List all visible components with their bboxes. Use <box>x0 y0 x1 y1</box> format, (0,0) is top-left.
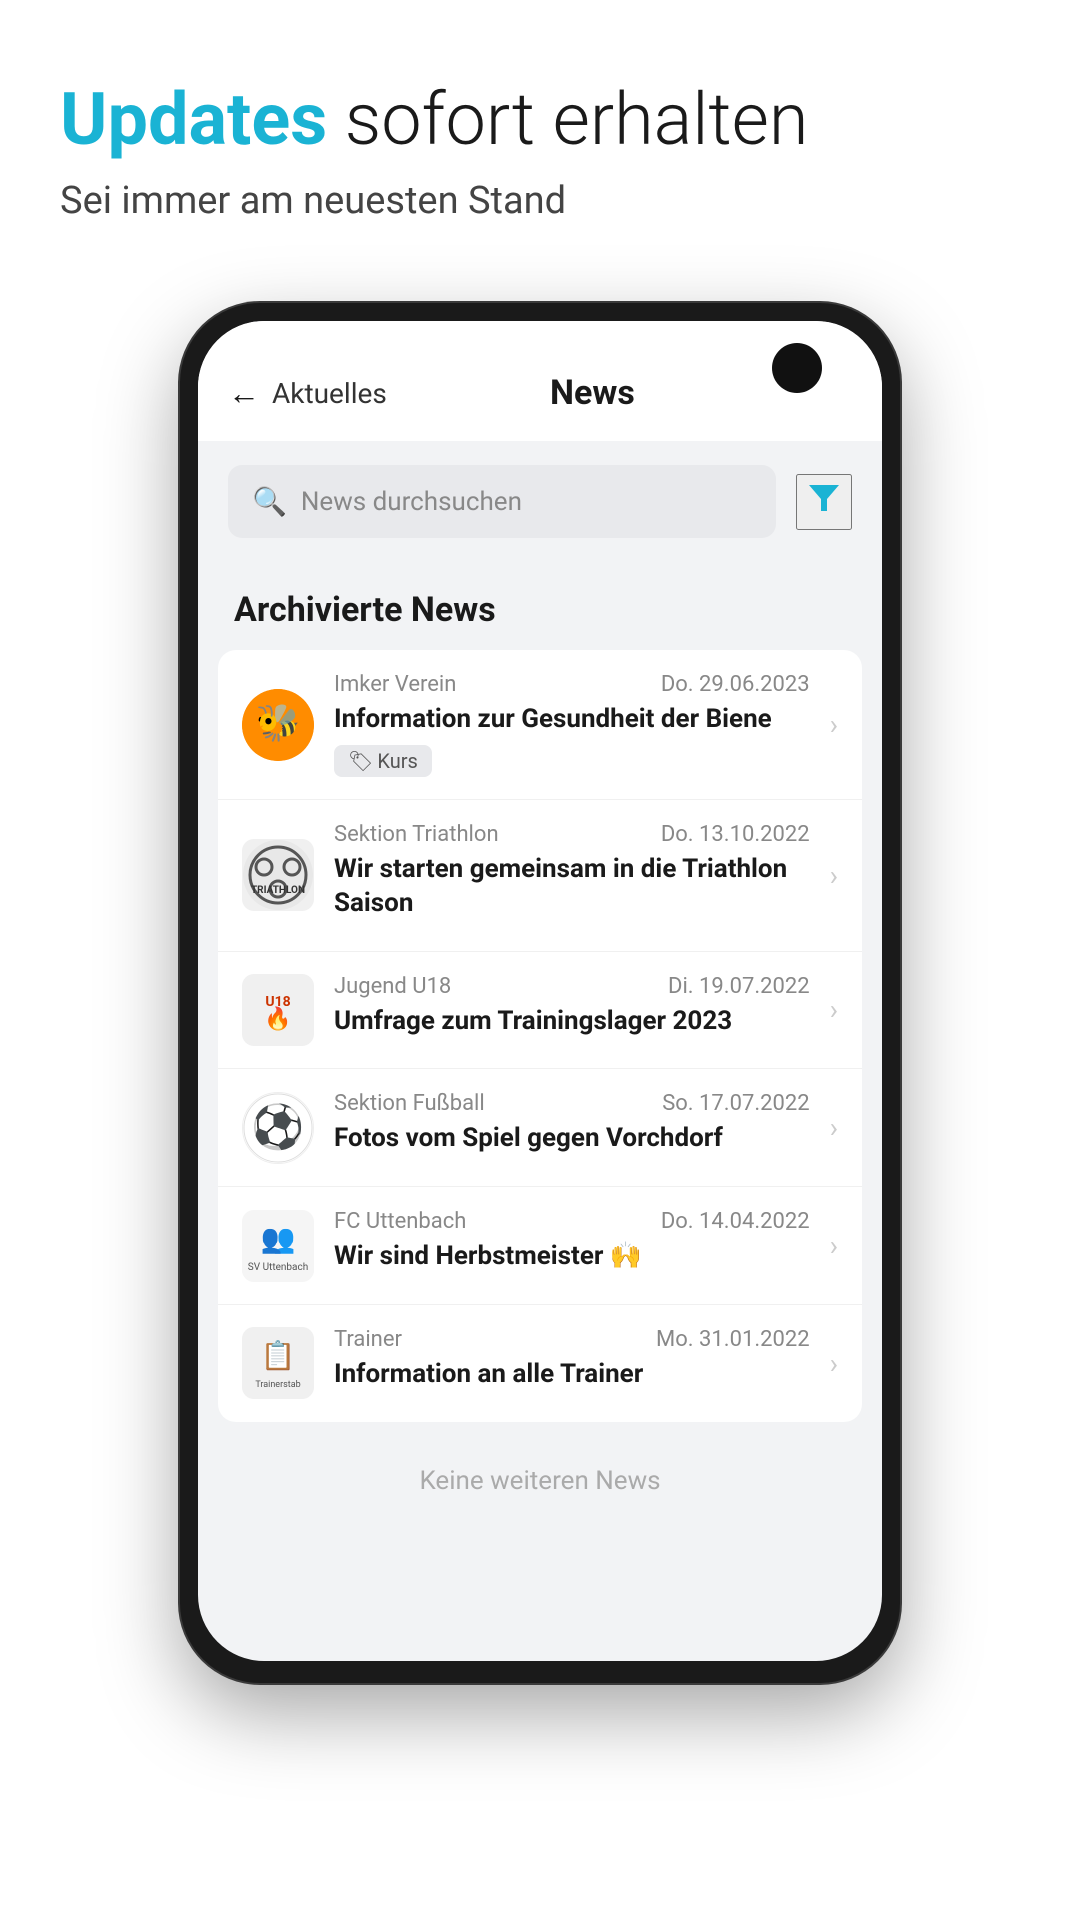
news-content-2: Jugend U18 Di. 19.07.2022 Umfrage zum Tr… <box>334 974 810 1047</box>
news-date-1: Do. 13.10.2022 <box>661 822 810 847</box>
search-bar[interactable]: 🔍 News durchsuchen <box>228 465 776 538</box>
section-heading: Archivierte News <box>198 554 882 650</box>
camera-cutout <box>772 343 822 393</box>
news-logo-4: 👥 SV Uttenbach <box>242 1210 314 1282</box>
news-meta-3: Sektion Fußball So. 17.07.2022 <box>334 1091 810 1116</box>
headline-accent: Updates <box>60 77 327 162</box>
news-content-3: Sektion Fußball So. 17.07.2022 Fotos vom… <box>334 1091 810 1164</box>
news-date-3: So. 17.07.2022 <box>662 1091 809 1116</box>
news-item-0[interactable]: 🐝 Imker Verein Do. 29.06.2023 Informatio… <box>218 650 862 800</box>
news-source-0: Imker Verein <box>334 672 456 697</box>
news-source-2: Jugend U18 <box>334 974 451 999</box>
news-title-3: Fotos vom Spiel gegen Vorchdorf <box>334 1122 810 1156</box>
news-content-4: FC Uttenbach Do. 14.04.2022 Wir sind Her… <box>334 1209 810 1282</box>
app-title: News <box>343 373 842 413</box>
chevron-icon-2: › <box>830 993 838 1026</box>
news-title-4: Wir sind Herbstmeister 🙌 <box>334 1240 810 1274</box>
news-item-2[interactable]: U18 🔥 Jugend U18 Di. 19.07.2022 Umfrage … <box>218 952 862 1070</box>
filter-button[interactable] <box>796 474 852 530</box>
news-logo-3: ⚽ <box>242 1092 314 1164</box>
svg-text:📋: 📋 <box>261 1339 296 1372</box>
svg-text:SV Uttenbach: SV Uttenbach <box>248 1262 308 1273</box>
search-placeholder: News durchsuchen <box>301 487 522 517</box>
news-item-3[interactable]: ⚽ Sektion Fußball So. 17.07.2022 Fotos v… <box>218 1069 862 1187</box>
news-date-5: Mo. 31.01.2022 <box>656 1327 810 1352</box>
search-section: 🔍 News durchsuchen <box>198 441 882 554</box>
news-date-2: Di. 19.07.2022 <box>668 974 810 999</box>
news-item-4[interactable]: 👥 SV Uttenbach FC Uttenbach Do. 14.04.20… <box>218 1187 862 1305</box>
news-item-1[interactable]: TRIATHLON Sektion Triathlon Do. 13.10.20… <box>218 800 862 952</box>
news-title-2: Umfrage zum Trainingslager 2023 <box>334 1005 810 1039</box>
news-title-5: Information an alle Trainer <box>334 1358 810 1392</box>
news-logo-0: 🐝 <box>242 689 314 761</box>
news-source-3: Sektion Fußball <box>334 1091 485 1116</box>
headline-rest: sofort erhalten <box>327 77 808 162</box>
news-source-1: Sektion Triathlon <box>334 822 499 847</box>
svg-text:Trainerstab: Trainerstab <box>255 1380 300 1390</box>
subtitle: Sei immer am neuesten Stand <box>60 179 1020 223</box>
svg-text:TRIATHLON: TRIATHLON <box>251 885 305 896</box>
news-title-1: Wir starten gemeinsam in die Triathlon S… <box>334 853 810 921</box>
chevron-icon-0: › <box>830 708 838 741</box>
news-meta-1: Sektion Triathlon Do. 13.10.2022 <box>334 822 810 847</box>
svg-text:🔥: 🔥 <box>264 1006 291 1032</box>
headline: Updates sofort erhalten <box>60 80 1020 159</box>
news-logo-1: TRIATHLON <box>242 839 314 911</box>
chevron-icon-5: › <box>830 1347 838 1380</box>
news-meta-5: Trainer Mo. 31.01.2022 <box>334 1327 810 1352</box>
svg-text:⚽: ⚽ <box>249 1102 304 1152</box>
search-icon: 🔍 <box>252 485 287 518</box>
news-item-5[interactable]: 📋 Trainerstab Trainer Mo. 31.01.2022 Inf… <box>218 1305 862 1422</box>
svg-text:👥: 👥 <box>261 1222 296 1255</box>
phone-frame: ← Aktuelles News 🔍 News durchsuchen <box>180 303 900 1683</box>
back-arrow-icon: ← <box>228 374 260 412</box>
news-card: 🐝 Imker Verein Do. 29.06.2023 Informatio… <box>218 650 862 1422</box>
tag-icon-0: 🏷 <box>348 749 373 773</box>
phone-wrapper: ← Aktuelles News 🔍 News durchsuchen <box>0 263 1080 1683</box>
news-date-0: Do. 29.06.2023 <box>661 672 810 697</box>
news-source-4: FC Uttenbach <box>334 1209 466 1234</box>
news-date-4: Do. 14.04.2022 <box>661 1209 810 1234</box>
phone-screen: ← Aktuelles News 🔍 News durchsuchen <box>198 321 882 1661</box>
news-source-5: Trainer <box>334 1327 402 1352</box>
chevron-icon-4: › <box>830 1229 838 1262</box>
news-meta-2: Jugend U18 Di. 19.07.2022 <box>334 974 810 999</box>
filter-icon <box>809 485 839 519</box>
page-header: Updates sofort erhalten Sei immer am neu… <box>0 0 1080 263</box>
news-content-1: Sektion Triathlon Do. 13.10.2022 Wir sta… <box>334 822 810 929</box>
news-meta-0: Imker Verein Do. 29.06.2023 <box>334 672 810 697</box>
chevron-icon-1: › <box>830 859 838 892</box>
news-logo-5: 📋 Trainerstab <box>242 1327 314 1399</box>
news-content-5: Trainer Mo. 31.01.2022 Information an al… <box>334 1327 810 1400</box>
news-logo-2: U18 🔥 <box>242 974 314 1046</box>
news-content-0: Imker Verein Do. 29.06.2023 Information … <box>334 672 810 777</box>
news-title-0: Information zur Gesundheit der Biene <box>334 703 810 737</box>
no-more-label: Keine weiteren News <box>198 1430 882 1532</box>
news-meta-4: FC Uttenbach Do. 14.04.2022 <box>334 1209 810 1234</box>
chevron-icon-3: › <box>830 1111 838 1144</box>
svg-text:🐝: 🐝 <box>256 702 301 744</box>
news-tag-0: 🏷Kurs <box>334 745 432 777</box>
